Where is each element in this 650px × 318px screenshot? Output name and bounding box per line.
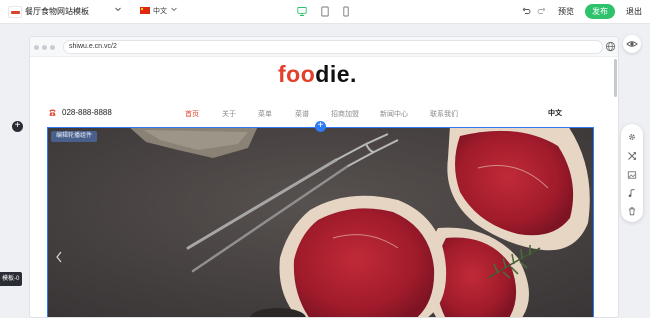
- eye-icon: [626, 41, 638, 47]
- exit-button[interactable]: 退出: [626, 6, 642, 17]
- phone-icon: [49, 109, 56, 116]
- window-dot: [50, 45, 55, 50]
- gear-icon[interactable]: [627, 132, 637, 142]
- hero-carousel[interactable]: [47, 127, 594, 317]
- shuffle-icon[interactable]: [627, 151, 637, 161]
- browser-bar: shiwu.e.cn.vc/2: [30, 37, 618, 57]
- eye-button[interactable]: [623, 35, 641, 53]
- window-dot: [42, 45, 47, 50]
- url-bar[interactable]: shiwu.e.cn.vc/2: [63, 40, 603, 54]
- desktop-icon[interactable]: [297, 6, 307, 17]
- scrollbar-thumb[interactable]: [614, 59, 617, 97]
- nav-item-news[interactable]: 新闻中心: [380, 109, 408, 119]
- publish-button[interactable]: 发布: [585, 4, 615, 19]
- nav-item-home[interactable]: 首页: [185, 109, 199, 119]
- edit-carousel-tag[interactable]: 编辑轮播组件: [51, 131, 98, 142]
- preview-button[interactable]: 预览: [558, 6, 574, 17]
- side-toolbar: [621, 124, 643, 222]
- nav-item-contact[interactable]: 联系我们: [430, 109, 458, 119]
- site-language-link[interactable]: 中文: [548, 108, 562, 118]
- editor-toolbar: 餐厅食物网站模板 中文 预览 发布 退出: [0, 0, 650, 24]
- site-brand-logo[interactable]: foodie.: [278, 61, 357, 88]
- undo-icon[interactable]: [522, 7, 531, 16]
- globe-icon[interactable]: [605, 41, 616, 52]
- chevron-down-icon[interactable]: [114, 5, 122, 13]
- nav-item-about[interactable]: 关于: [222, 109, 236, 119]
- mobile-icon[interactable]: [341, 6, 351, 17]
- brand-rest: die.: [315, 61, 357, 87]
- tablet-icon[interactable]: [320, 6, 330, 17]
- music-icon[interactable]: [627, 188, 637, 198]
- brand-accent: foo: [278, 61, 316, 87]
- nav-item-menu[interactable]: 菜单: [258, 109, 272, 119]
- china-flag-icon: [140, 7, 150, 14]
- trash-icon[interactable]: [627, 206, 637, 216]
- chevron-left-icon[interactable]: [55, 251, 63, 263]
- phone-number: 028-888-8888: [62, 108, 112, 117]
- redo-icon[interactable]: [537, 7, 546, 16]
- nav-item-franchise[interactable]: 招商加盟: [331, 109, 359, 119]
- site-name[interactable]: 餐厅食物网站模板: [25, 6, 89, 17]
- browser-frame: shiwu.e.cn.vc/2 foodie. 028-888-8888 首页 …: [29, 36, 619, 318]
- language-selector[interactable]: 中文: [153, 6, 167, 16]
- window-dot: [34, 45, 39, 50]
- nav-item-recipes[interactable]: 菜谱: [295, 109, 309, 119]
- hero-steak-image: [48, 128, 593, 317]
- image-icon[interactable]: [627, 170, 637, 180]
- add-section-button[interactable]: +: [12, 121, 23, 132]
- chevron-down-icon[interactable]: [170, 5, 178, 13]
- add-block-button[interactable]: +: [315, 121, 326, 132]
- module-tag[interactable]: 模板-0: [0, 272, 22, 286]
- site-logo-icon: [8, 6, 22, 18]
